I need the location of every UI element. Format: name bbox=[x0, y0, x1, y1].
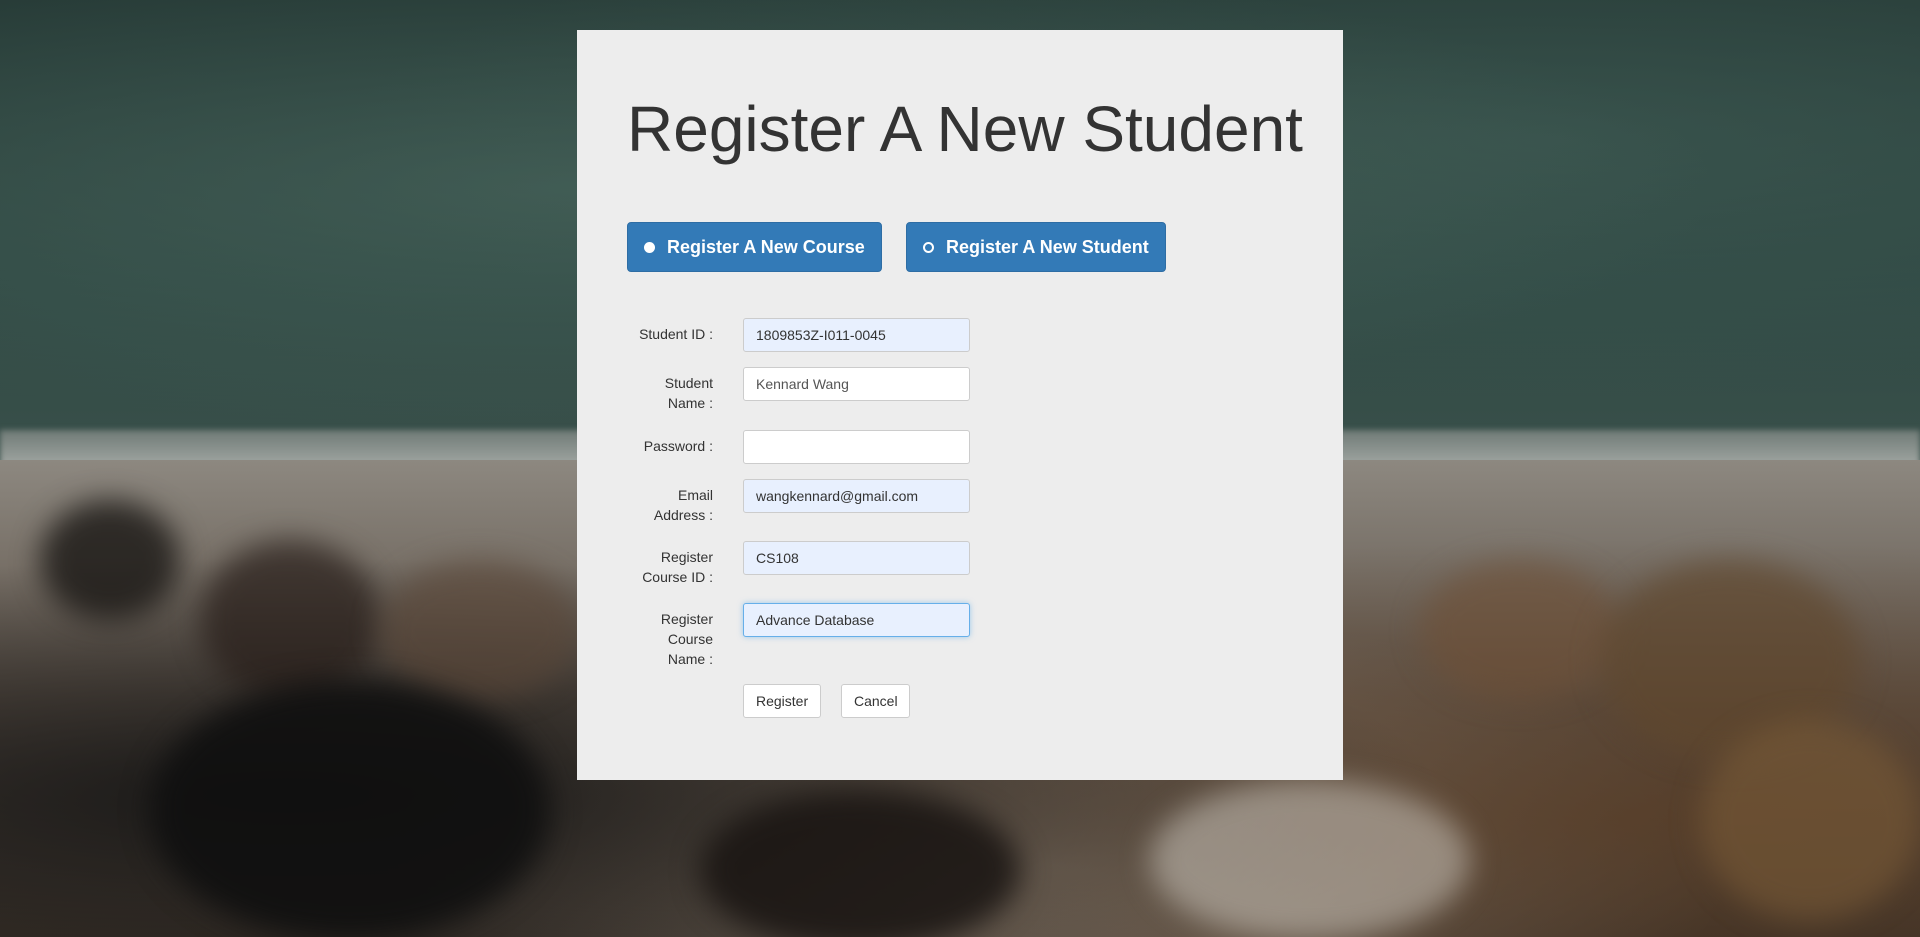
student-figure bbox=[1700, 720, 1920, 920]
email-input[interactable] bbox=[743, 479, 970, 513]
student-figure bbox=[1420, 560, 1620, 700]
course-name-label: Register Course Name : bbox=[660, 611, 713, 667]
radio-unselected-icon bbox=[644, 241, 655, 253]
registration-panel: Register A New Student Register A New Co… bbox=[577, 30, 1343, 780]
student-figure bbox=[700, 790, 1020, 937]
cancel-button[interactable]: Cancel bbox=[841, 684, 910, 718]
page-title: Register A New Student bbox=[627, 93, 1303, 165]
student-figure bbox=[150, 680, 550, 937]
register-student-option[interactable]: Register A New Student bbox=[906, 222, 1166, 272]
register-course-option-label: Register A New Course bbox=[667, 236, 865, 257]
course-id-label: Register Course ID : bbox=[642, 549, 713, 585]
student-name-input[interactable] bbox=[743, 367, 970, 401]
floor-aisle bbox=[1150, 780, 1470, 937]
student-figure bbox=[40, 500, 180, 620]
student-figure bbox=[200, 540, 380, 700]
course-name-input[interactable] bbox=[743, 603, 970, 637]
student-id-input[interactable] bbox=[743, 318, 970, 352]
student-name-label: Student Name : bbox=[664, 375, 713, 411]
password-input[interactable] bbox=[743, 430, 970, 464]
register-student-option-label: Register A New Student bbox=[946, 236, 1149, 257]
register-course-option[interactable]: Register A New Course bbox=[627, 222, 882, 272]
email-label: Email Address : bbox=[653, 487, 713, 523]
student-id-label: Student ID : bbox=[639, 326, 713, 342]
password-label: Password : bbox=[643, 438, 713, 454]
student-figure bbox=[380, 560, 580, 700]
register-button[interactable]: Register bbox=[743, 684, 821, 718]
course-id-input[interactable] bbox=[743, 541, 970, 575]
radio-selected-icon bbox=[923, 241, 934, 253]
